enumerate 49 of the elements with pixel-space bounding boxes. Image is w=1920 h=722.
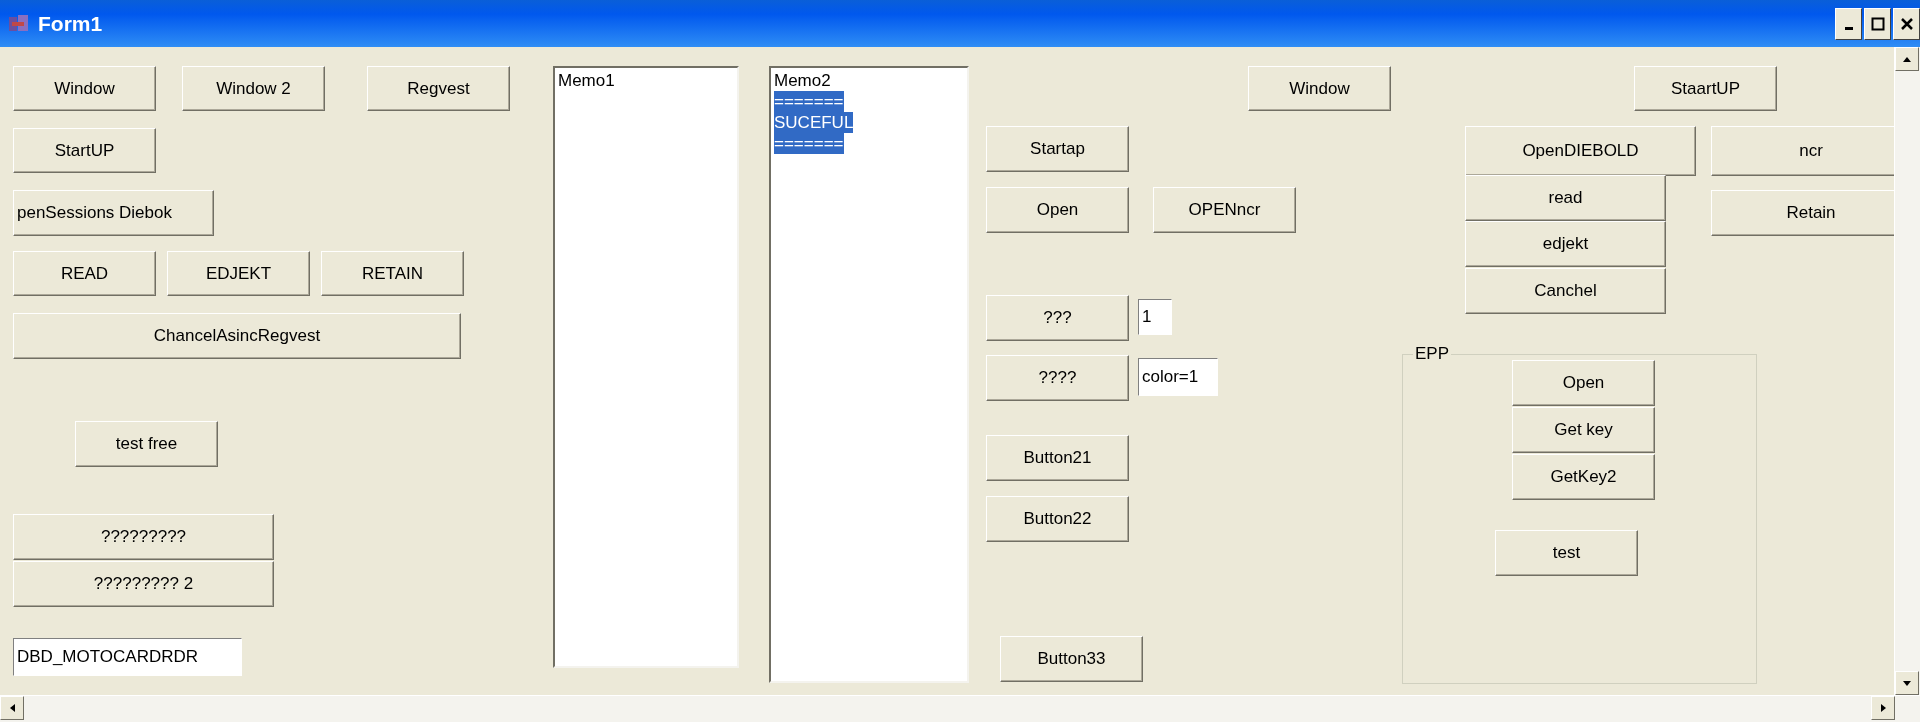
app-icon [8, 13, 30, 34]
form-button[interactable]: Window 2 [182, 66, 325, 111]
form-button[interactable]: StartUP [13, 128, 156, 173]
form-button[interactable]: Startap [986, 126, 1129, 172]
form-button[interactable]: Window [1248, 66, 1391, 111]
maximize-button[interactable] [1864, 7, 1891, 40]
form-button[interactable]: Open [986, 187, 1129, 233]
form-button[interactable]: StaartUP [1634, 66, 1777, 111]
memo-box[interactable]: Memo2 ======= SUCEFUL ======= [769, 66, 969, 683]
form-button[interactable]: EDJEKT [167, 251, 310, 296]
form-button[interactable]: Canchel [1465, 268, 1666, 314]
form-button[interactable]: ??? [986, 295, 1129, 341]
form-button[interactable]: test free [75, 421, 218, 467]
form-button[interactable]: Open [1512, 360, 1655, 406]
form-button[interactable]: ????????? [13, 514, 274, 560]
vertical-scrollbar[interactable] [1894, 47, 1920, 695]
form-button[interactable]: OpenDIEBOLD [1465, 126, 1696, 176]
form-button[interactable]: ChancelAsincRegvest [13, 313, 461, 359]
form-button[interactable]: ncr [1711, 126, 1894, 176]
form-button[interactable]: Retain [1711, 190, 1894, 236]
form-button[interactable]: GetKey2 [1512, 454, 1655, 500]
form-button[interactable]: OPENncr [1153, 187, 1296, 233]
close-button[interactable] [1893, 7, 1920, 40]
window-title: Form1 [38, 11, 103, 36]
form-button[interactable]: Button33 [1000, 636, 1143, 682]
memo-box[interactable]: Memo1 [553, 66, 739, 668]
form-button[interactable]: ???? [986, 355, 1129, 401]
horizontal-scrollbar[interactable] [0, 695, 1920, 722]
text-field[interactable]: color=1 [1138, 358, 1218, 396]
form-button[interactable]: penSessions Diebok [13, 190, 214, 236]
form-button[interactable]: read [1465, 175, 1666, 221]
text-field[interactable]: 1 [1138, 299, 1172, 335]
close-icon [1899, 16, 1914, 31]
form-button[interactable]: edjekt [1465, 221, 1666, 267]
form-button[interactable]: test [1495, 530, 1638, 576]
memo-line: Memo2 [774, 70, 831, 91]
form-button[interactable]: Get key [1512, 407, 1655, 453]
form-button[interactable]: Regvest [367, 66, 510, 111]
form-button[interactable]: READ [13, 251, 156, 296]
form-button[interactable]: RETAIN [321, 251, 464, 296]
minimize-button[interactable] [1835, 7, 1862, 40]
text-field[interactable]: DBD_MOTOCARDRDR [13, 638, 242, 676]
form-button[interactable]: Button22 [986, 496, 1129, 542]
form-button[interactable]: Button21 [986, 435, 1129, 481]
form-button[interactable]: Window [13, 66, 156, 111]
memo-line: Memo1 [558, 70, 615, 91]
maximize-icon [1870, 16, 1885, 31]
minimize-icon [1844, 26, 1853, 30]
form-button[interactable]: ????????? 2 [13, 561, 274, 607]
